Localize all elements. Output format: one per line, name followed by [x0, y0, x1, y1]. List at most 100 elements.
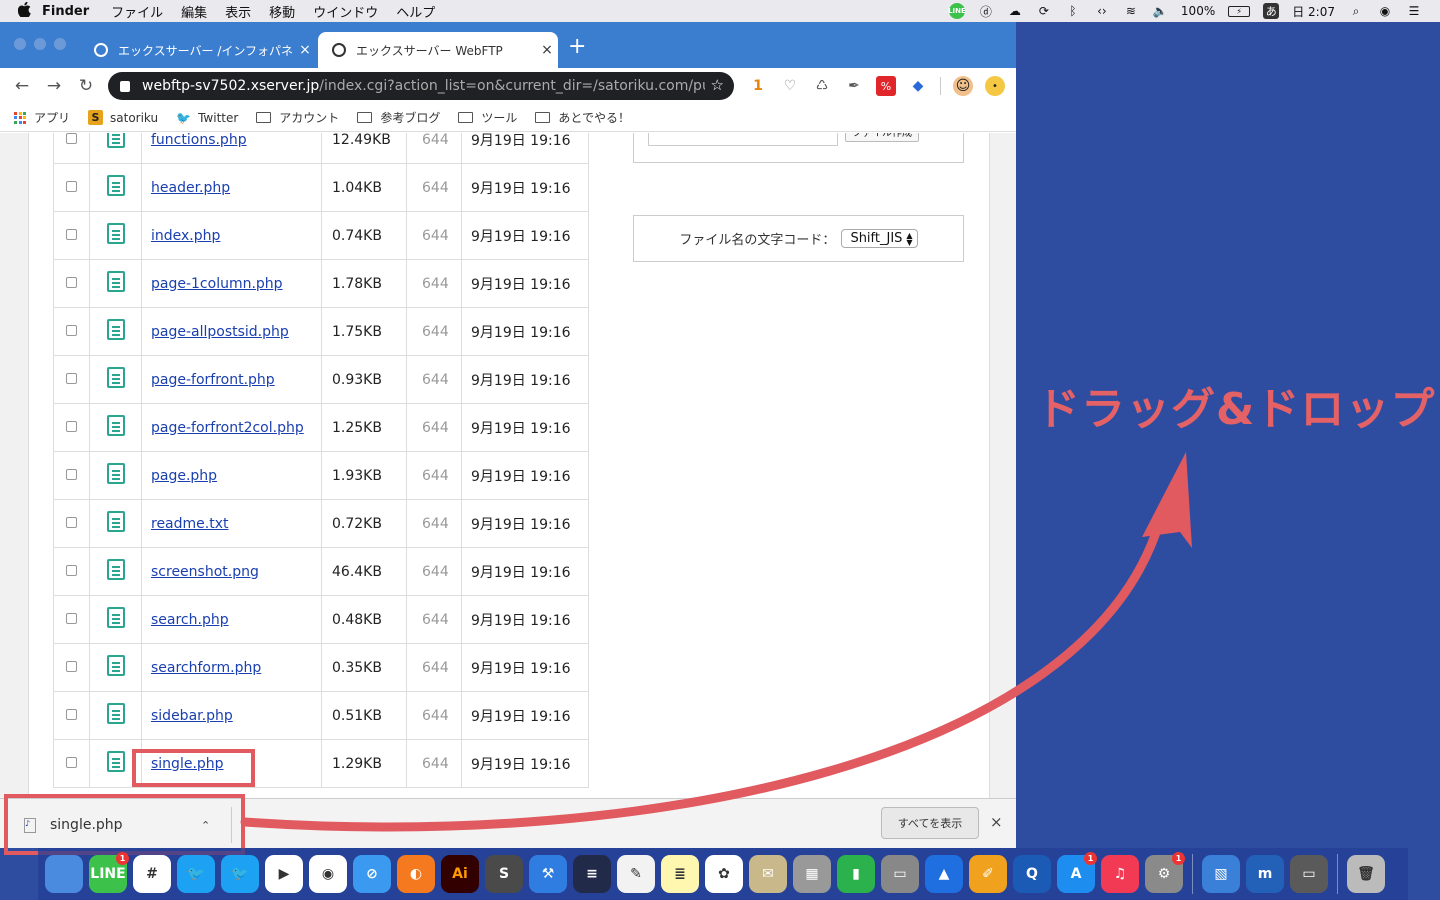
dock-slack-icon[interactable]: # [130, 852, 174, 896]
dock-sublime-icon[interactable]: S [482, 852, 526, 896]
dock-migration-icon[interactable]: ▧ [1199, 852, 1243, 896]
menu-go[interactable]: 移動 [269, 2, 295, 21]
dock-photos-icon[interactable]: ✿ [702, 852, 746, 896]
file-name-link[interactable]: page.php [151, 468, 217, 484]
dock-textedit-icon[interactable]: ✎ [614, 852, 658, 896]
file-checkbox[interactable] [66, 756, 77, 768]
dock-xcode-icon[interactable]: ⚒ [526, 852, 570, 896]
file-checkbox[interactable] [66, 708, 77, 720]
tab-webftp[interactable]: エックスサーバー WebFTP × [318, 32, 558, 68]
file-checkbox[interactable] [66, 564, 77, 576]
dock-player-icon[interactable]: ▶ [262, 852, 306, 896]
bookmark-twitter[interactable]: 🐦 Twitter [176, 111, 238, 125]
create-file-button[interactable]: ファイル作成 [845, 133, 919, 142]
lock-icon[interactable] [120, 80, 130, 92]
file-name-link[interactable]: page-1column.php [151, 276, 283, 292]
dock-disk-utility-icon[interactable]: ≡ [570, 852, 614, 896]
dock-system-preferences-icon[interactable]: ⚙ 1 [1142, 852, 1186, 896]
dock-m-app-icon[interactable]: m [1243, 852, 1287, 896]
percent-extension-icon[interactable]: % [876, 76, 896, 96]
file-checkbox[interactable] [66, 133, 77, 144]
bookmark-folder-tools[interactable]: ツール [458, 109, 517, 126]
spotlight-search-icon[interactable]: ⌕ [1348, 3, 1364, 19]
input-method-icon[interactable]: あ [1263, 3, 1280, 19]
menu-view[interactable]: 表示 [225, 2, 251, 21]
file-name-link[interactable]: index.php [151, 228, 220, 244]
d-status-icon[interactable]: ⓓ [978, 3, 994, 19]
file-name-link[interactable]: searchform.php [151, 660, 261, 676]
profile-avatar[interactable]: ☺ [953, 76, 973, 96]
dock-macbook-icon[interactable]: ▭ [1287, 852, 1331, 896]
file-name-link[interactable]: single.php [151, 756, 224, 772]
dock-numbers-icon[interactable]: ▮ [834, 852, 878, 896]
dock-keynote-icon[interactable]: ▲ [922, 852, 966, 896]
file-name-link[interactable]: search.php [151, 612, 229, 628]
dock-twitter-1-icon[interactable]: 🐦 [174, 852, 218, 896]
dock-finder-icon[interactable] [42, 852, 86, 896]
dock-line-icon[interactable]: LINE 1 [86, 852, 130, 896]
file-name-link[interactable]: header.php [151, 180, 230, 196]
close-window-button[interactable] [14, 38, 26, 50]
show-all-downloads-button[interactable]: すべてを表示 [881, 807, 979, 839]
tab-close-icon[interactable]: × [294, 42, 316, 58]
charset-select[interactable]: Shift_JIS ▲ ▼ [841, 229, 918, 248]
battery-icon[interactable]: ⚡ [1228, 5, 1251, 17]
bookmark-folder-blogs[interactable]: 参考ブログ [357, 109, 440, 126]
bookmark-star-icon[interactable]: ☆ [704, 76, 724, 94]
pocket-icon[interactable]: ♡ [780, 76, 800, 96]
forward-arrow-icon[interactable]: → [38, 76, 70, 96]
file-checkbox[interactable] [66, 420, 77, 432]
address-bar[interactable]: webftp-sv7502.xserver.jp/index.cgi?actio… [108, 72, 734, 100]
file-name-link[interactable]: page-allpostsid.php [151, 324, 289, 340]
back-arrow-icon[interactable]: ← [6, 76, 38, 96]
file-checkbox[interactable] [66, 660, 77, 672]
app-menu-finder[interactable]: Finder [42, 4, 89, 19]
bookmark-folder-account[interactable]: アカウント [256, 109, 339, 126]
new-tab-button[interactable]: + [568, 36, 586, 58]
file-name-link[interactable]: readme.txt [151, 516, 229, 532]
code-icon[interactable]: ‹› [1094, 3, 1110, 19]
bookmark-folder-later[interactable]: あとでやる！ [535, 109, 630, 126]
close-shelf-icon[interactable]: × [990, 813, 1003, 831]
dock-calculator-icon[interactable]: ▦ [790, 852, 834, 896]
bluetooth-icon[interactable]: ᛒ [1065, 3, 1081, 19]
tab-infopanel[interactable]: エックスサーバー /インフォパネル × [80, 32, 316, 68]
cloud-status-icon[interactable]: ☁ [1007, 3, 1023, 19]
dock-app-store-icon[interactable]: A1 [1054, 852, 1098, 896]
minimize-window-button[interactable] [34, 38, 46, 50]
bookmark-satoriku[interactable]: S satoriku [88, 110, 158, 125]
dock-music-icon[interactable]: ♫ [1098, 852, 1142, 896]
download-item[interactable]: ♪ single.php ⌃ [12, 807, 232, 843]
file-name-link[interactable]: page-forfront2col.php [151, 420, 304, 436]
file-checkbox[interactable] [66, 228, 77, 240]
dock-firefox-icon[interactable]: ◐ [394, 852, 438, 896]
picker-extension-icon[interactable]: ✒ [844, 76, 864, 96]
dock-chrome-icon[interactable]: ◉ [306, 852, 350, 896]
extension-badge[interactable]: 1 [748, 76, 768, 96]
chevron-up-icon[interactable]: ⌃ [201, 819, 231, 832]
menu-help[interactable]: ヘルプ [396, 2, 435, 21]
dock-safari-icon[interactable]: ⊘ [350, 852, 394, 896]
dock-preview-icon[interactable]: ✉ [746, 852, 790, 896]
file-checkbox[interactable] [66, 612, 77, 624]
file-checkbox[interactable] [66, 468, 77, 480]
recycle-icon[interactable]: ♺ [812, 76, 832, 96]
file-checkbox[interactable] [66, 516, 77, 528]
zoom-window-button[interactable] [54, 38, 66, 50]
file-checkbox[interactable] [66, 276, 77, 288]
dock-image-capture-icon[interactable]: ▭ [878, 852, 922, 896]
wifi-icon[interactable]: ≋ [1123, 3, 1139, 19]
file-checkbox[interactable] [66, 324, 77, 336]
menu-edit[interactable]: 編集 [181, 2, 207, 21]
apple-menu-icon[interactable] [17, 1, 42, 21]
menu-window[interactable]: ウインドウ [313, 2, 378, 21]
new-file-name-input[interactable] [648, 133, 838, 146]
file-name-link[interactable]: sidebar.php [151, 708, 233, 724]
diamond-extension-icon[interactable]: ◆ [908, 76, 928, 96]
notification-center-icon[interactable]: ☰ [1406, 3, 1422, 19]
tab-close-icon[interactable]: × [536, 42, 558, 58]
siri-icon[interactable]: ◉ [1377, 3, 1393, 19]
volume-icon[interactable]: 🔈 [1152, 3, 1168, 19]
menu-file[interactable]: ファイル [111, 2, 163, 21]
dock-notes-icon[interactable]: ≣ [658, 852, 702, 896]
